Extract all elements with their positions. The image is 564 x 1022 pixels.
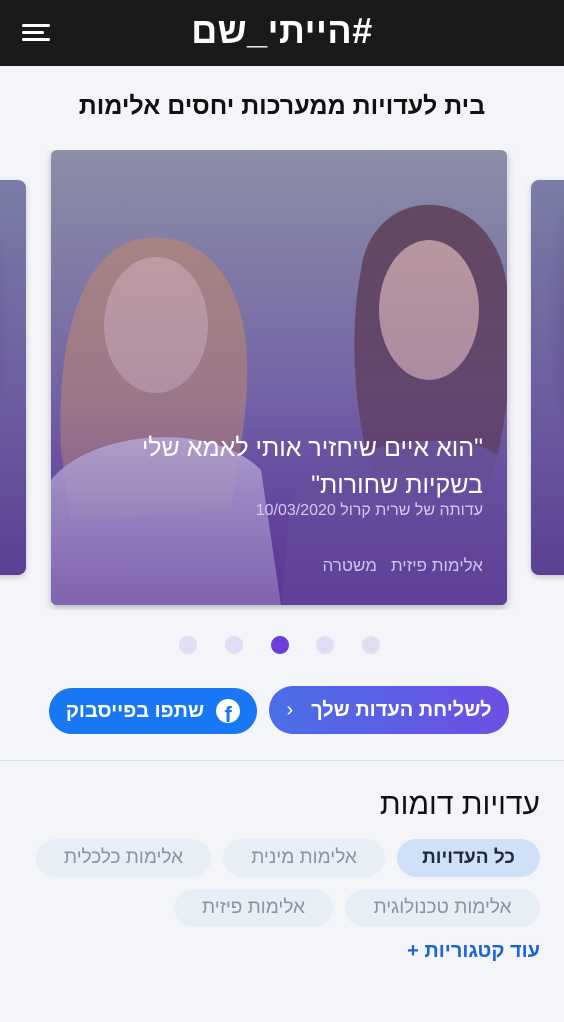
testimony-byline: עדותה של שרית קרול 10/03/2020 (255, 502, 483, 519)
share-facebook-button[interactable]: f שתפו בפייסבוק (49, 688, 257, 734)
top-bar: #הייתי_שם (0, 0, 564, 66)
chevron-left-icon: ‹ (286, 698, 294, 721)
send-testimony-label: לשליחת העדות שלך (311, 698, 492, 721)
send-testimony-button[interactable]: לשליחת העדות שלך ‹ (269, 686, 509, 734)
carousel-dot-1[interactable] (362, 636, 380, 654)
quote-line-1: "הוא איים שיחזיר אותי לאמא שלי (141, 434, 483, 462)
filter-pill-physical[interactable]: אלימות פיזית (174, 889, 333, 927)
carousel-card-previous[interactable] (0, 180, 26, 575)
carousel-dot-4[interactable] (225, 636, 243, 654)
carousel-dot-5[interactable] (179, 636, 197, 654)
share-facebook-label: שתפו בפייסבוק (65, 699, 205, 722)
quote-line-2: בשקיות שחורות" (311, 471, 483, 499)
similar-testimonies-title: עדויות דומות (379, 788, 540, 821)
section-divider (0, 760, 564, 761)
tag-physical-violence[interactable]: אלימות פיזית (391, 556, 483, 576)
carousel-dots (0, 636, 564, 654)
carousel-dot-2[interactable] (316, 636, 334, 654)
filter-pill-sexual[interactable]: אלימות מינית (223, 839, 385, 877)
more-categories-link[interactable]: עוד קטגוריות + (407, 940, 540, 963)
carousel-card-next[interactable] (531, 180, 564, 575)
testimony-carousel[interactable]: "הוא איים שיחזיר אותי לאמא שלי בשקיות שח… (0, 150, 564, 610)
page-title: בית לעדויות ממערכות יחסים אלימות (78, 92, 486, 120)
facebook-icon: f (216, 699, 241, 723)
carousel-dot-3[interactable] (271, 636, 289, 654)
filter-pill-all[interactable]: כל העדויות (397, 839, 540, 877)
testimony-quote[interactable]: "הוא איים שיחזיר אותי לאמא שלי בשקיות שח… (103, 430, 483, 504)
tag-police[interactable]: משטרה (323, 556, 377, 576)
filter-pill-economic[interactable]: אלימות כלכלית (36, 839, 211, 877)
filter-pill-technological[interactable]: אלימות טכנולוגית (345, 889, 540, 927)
site-logo[interactable]: #הייתי_שם (0, 10, 564, 52)
testimony-tags: אלימות פיזית משטרה (323, 556, 483, 576)
carousel-card-current[interactable]: "הוא איים שיחזיר אותי לאמא שלי בשקיות שח… (51, 150, 507, 605)
